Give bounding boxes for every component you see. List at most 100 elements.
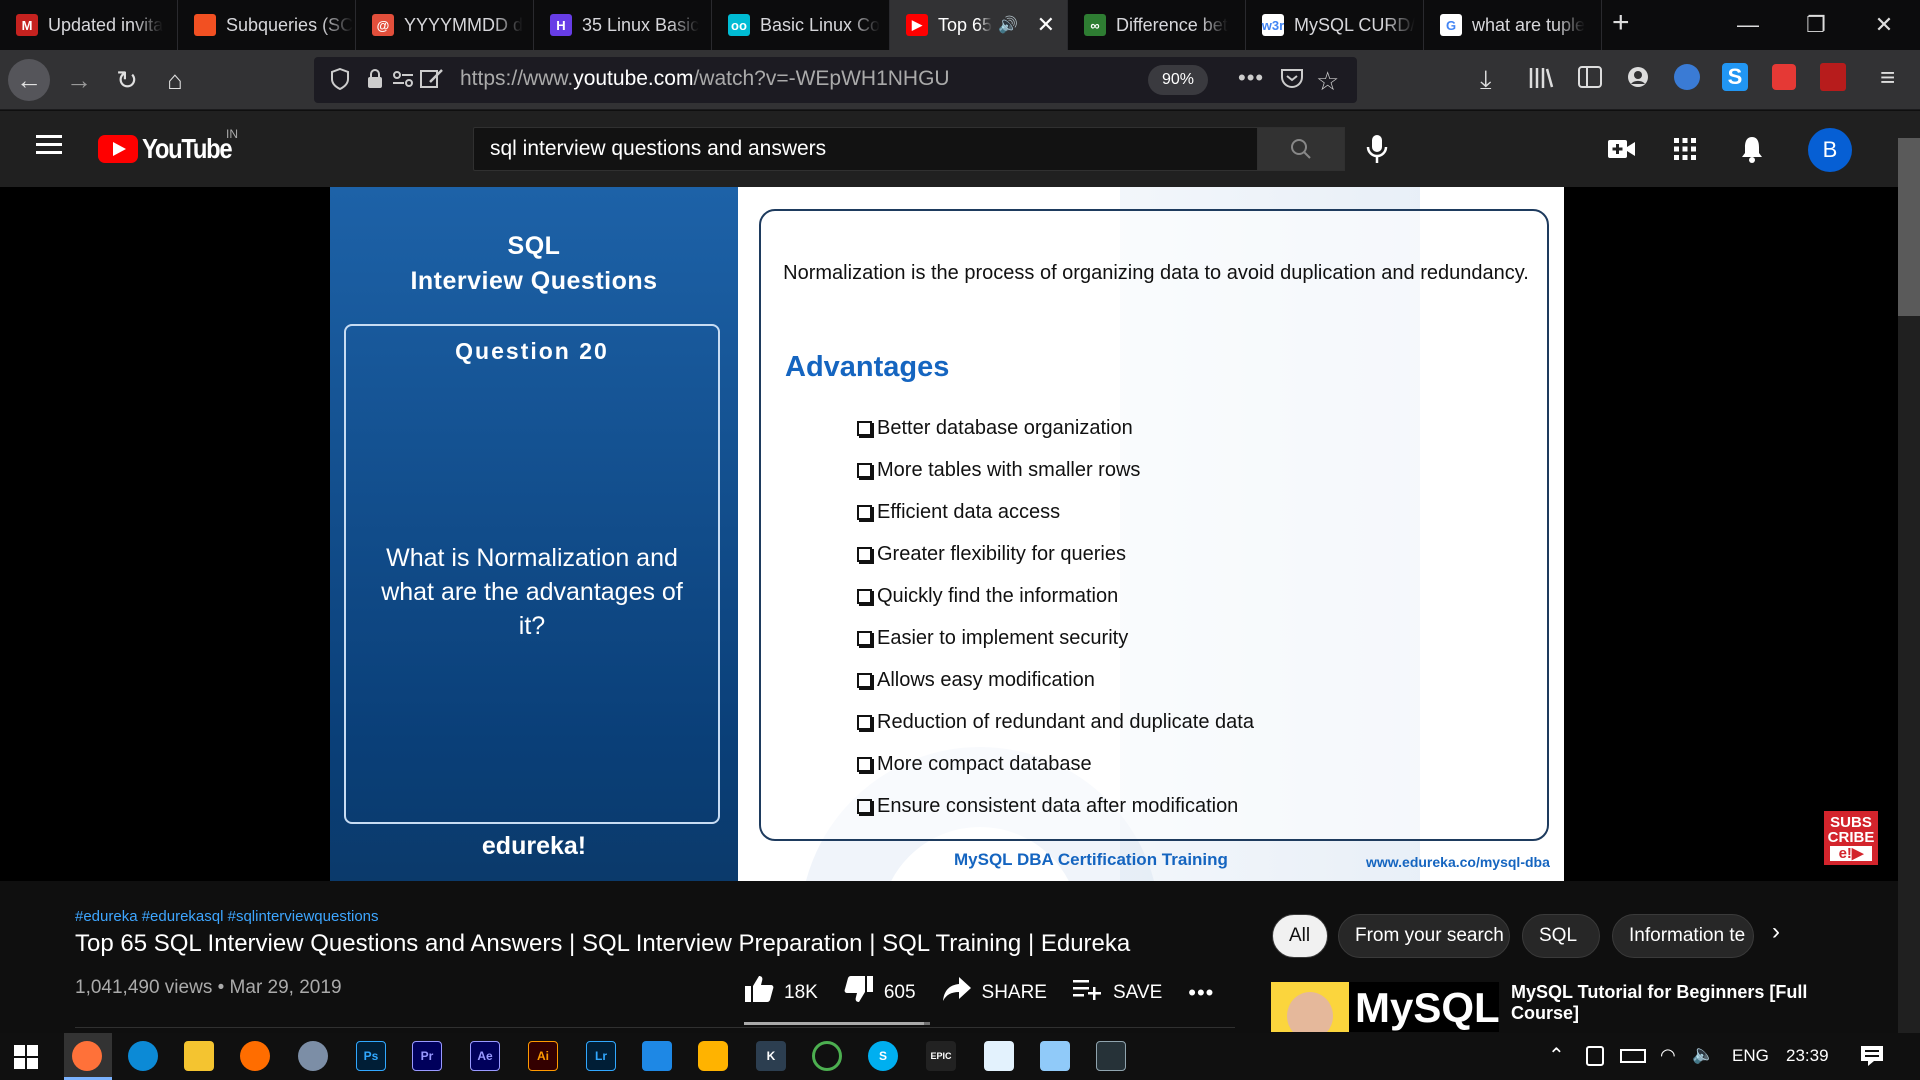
notifications-bell-icon[interactable] xyxy=(1740,135,1764,168)
page-scrollbar-thumb[interactable] xyxy=(1898,138,1920,316)
crunchyroll-icon[interactable] xyxy=(240,1041,270,1071)
share-button[interactable]: SHARE xyxy=(942,976,1047,1009)
input-language[interactable]: ENG xyxy=(1732,1046,1769,1066)
windows-start-icon[interactable] xyxy=(14,1045,38,1074)
advantage-item: Greater flexibility for queries xyxy=(857,533,1254,575)
advantage-text: Quickly find the information xyxy=(877,584,1119,607)
browser-tab[interactable]: @ YYYYMMDD d xyxy=(356,0,534,50)
home-button[interactable]: ⌂ xyxy=(154,59,196,101)
document-icon[interactable] xyxy=(984,1041,1014,1071)
youtube-logo[interactable]: YouTube xyxy=(98,133,247,165)
subscribe-watermark-button[interactable]: SUBS CRIBE e!▶ xyxy=(1824,811,1878,865)
chevron-right-icon[interactable]: › xyxy=(1772,918,1780,946)
library-icon[interactable] xyxy=(1528,66,1554,95)
battery-icon[interactable] xyxy=(1620,1049,1646,1063)
user-avatar[interactable]: B xyxy=(1808,128,1852,172)
filter-chip[interactable]: All xyxy=(1272,914,1328,958)
extension-icon[interactable] xyxy=(1674,64,1700,90)
search-input[interactable]: sql interview questions and answers xyxy=(473,127,1258,171)
k-app-icon[interactable]: K xyxy=(756,1041,786,1071)
related-video-thumbnail[interactable]: MySQL xyxy=(1271,982,1499,1032)
clock[interactable]: 23:39 xyxy=(1786,1046,1829,1066)
zoom-level-button[interactable]: 90% xyxy=(1148,65,1208,95)
browser-tab[interactable]: Gwhat are tuple xyxy=(1424,0,1602,50)
like-button[interactable]: 18K xyxy=(744,975,818,1010)
advantage-text: Allows easy modification xyxy=(877,668,1095,691)
menu-icon[interactable]: ≡ xyxy=(1880,62,1895,93)
lightroom-icon[interactable]: Lr xyxy=(586,1041,616,1071)
app-icon[interactable] xyxy=(298,1041,328,1071)
video-frame-slide[interactable]: SQL Interview Questions Question 20 What… xyxy=(330,187,1564,881)
wifi-icon[interactable]: ◠ xyxy=(1660,1045,1676,1066)
permissions-icon[interactable] xyxy=(392,69,414,94)
more-actions-button[interactable]: ••• xyxy=(1188,980,1214,1006)
browser-tab[interactable]: ▶ Top 65 🔊 ✕ xyxy=(890,0,1068,50)
create-video-icon[interactable] xyxy=(1608,139,1636,164)
bookmark-star-icon[interactable]: ☆ xyxy=(1316,66,1339,97)
page-actions-menu[interactable]: ••• xyxy=(1238,65,1264,91)
forward-button[interactable]: → xyxy=(58,59,100,101)
notes-icon[interactable] xyxy=(1040,1041,1070,1071)
illustrator-icon[interactable]: Ai xyxy=(528,1041,558,1071)
filter-chip[interactable]: SQL xyxy=(1522,914,1600,958)
epic-games-icon[interactable]: EPIC xyxy=(926,1041,956,1071)
browser-tab[interactable]: M Updated invita xyxy=(0,0,178,50)
skype-icon[interactable]: S xyxy=(868,1041,898,1071)
dislike-button[interactable]: 605 xyxy=(844,975,916,1010)
premiere-icon[interactable]: Pr xyxy=(412,1041,442,1071)
shield-icon[interactable] xyxy=(330,67,350,95)
after-effects-icon[interactable]: Ae xyxy=(470,1041,500,1071)
voice-search-icon[interactable] xyxy=(1366,134,1388,169)
filter-chip[interactable]: Information te xyxy=(1612,914,1754,958)
tab-close-icon[interactable]: ✕ xyxy=(1037,12,1055,38)
advantage-text: Greater flexibility for queries xyxy=(877,542,1126,565)
apps-grid-icon[interactable] xyxy=(1674,138,1696,165)
loading-app-icon[interactable] xyxy=(812,1041,842,1071)
address-bar[interactable]: https://www.youtube.com/watch?v=-WEpWH1N… xyxy=(314,57,1357,103)
browser-tab[interactable]: oo Basic Linux Co xyxy=(712,0,890,50)
firefox-icon[interactable] xyxy=(72,1041,102,1071)
search-button[interactable] xyxy=(1257,127,1345,171)
w3r-icon: w3r xyxy=(1262,14,1284,36)
back-button[interactable]: ← xyxy=(8,59,50,101)
s-extension-icon[interactable]: S xyxy=(1722,63,1748,91)
filter-chip[interactable]: From your search xyxy=(1338,914,1510,958)
edit-icon[interactable] xyxy=(420,68,444,95)
restore-button[interactable]: ❐ xyxy=(1782,0,1850,50)
cube-app-icon[interactable] xyxy=(698,1041,728,1071)
related-video-title[interactable]: MySQL Tutorial for Beginners [Full Cours… xyxy=(1511,982,1831,1024)
save-button[interactable]: SAVE xyxy=(1072,977,1162,1008)
tray-chevron-icon[interactable]: ⌃ xyxy=(1548,1043,1565,1068)
edge-icon[interactable] xyxy=(128,1041,158,1071)
action-center-icon[interactable] xyxy=(1860,1045,1884,1072)
browser-tab[interactable]: H 35 Linux Basic xyxy=(534,0,712,50)
pocket-icon[interactable] xyxy=(1280,68,1304,95)
devcpp-icon[interactable] xyxy=(642,1041,672,1071)
browser-tab[interactable]: ∞ Difference bet xyxy=(1068,0,1246,50)
tab-audio-icon[interactable]: 🔊 xyxy=(998,15,1018,35)
close-window-button[interactable]: ✕ xyxy=(1850,0,1918,50)
browser-tab[interactable]: Subqueries (SC xyxy=(178,0,356,50)
reload-button[interactable]: ↻ xyxy=(106,59,148,101)
download-icon[interactable]: ⤓ xyxy=(1480,64,1492,96)
microsoft-icon xyxy=(194,14,216,36)
pdf-extension-icon[interactable] xyxy=(1820,63,1846,91)
like-ratio-fill xyxy=(744,1022,925,1025)
file-explorer-icon[interactable] xyxy=(184,1041,214,1071)
url-text[interactable]: https://www.youtube.com/watch?v=-WEpWH1N… xyxy=(460,67,950,91)
lock-icon[interactable] xyxy=(366,68,384,95)
mysql-workbench-icon[interactable] xyxy=(1096,1041,1126,1071)
browser-tab[interactable]: w3r MySQL CURD/ xyxy=(1246,0,1424,50)
photoshop-icon[interactable]: Ps xyxy=(356,1041,386,1071)
blocker-extension-icon[interactable] xyxy=(1772,64,1796,90)
minimize-button[interactable]: — xyxy=(1714,0,1782,50)
tray-app-icon[interactable] xyxy=(1586,1046,1604,1066)
video-hashtags[interactable]: #edureka #edurekasql #sqlinterviewquesti… xyxy=(75,908,379,925)
new-tab-button[interactable]: + xyxy=(1612,6,1630,40)
tab-title: Subqueries (SC xyxy=(226,14,354,35)
arrow-right-icon: → xyxy=(66,64,92,95)
account-icon[interactable] xyxy=(1626,65,1650,94)
volume-icon[interactable]: 🔈 xyxy=(1692,1044,1714,1065)
sidebar-icon[interactable] xyxy=(1578,66,1602,93)
hamburger-menu-icon[interactable] xyxy=(36,133,62,160)
